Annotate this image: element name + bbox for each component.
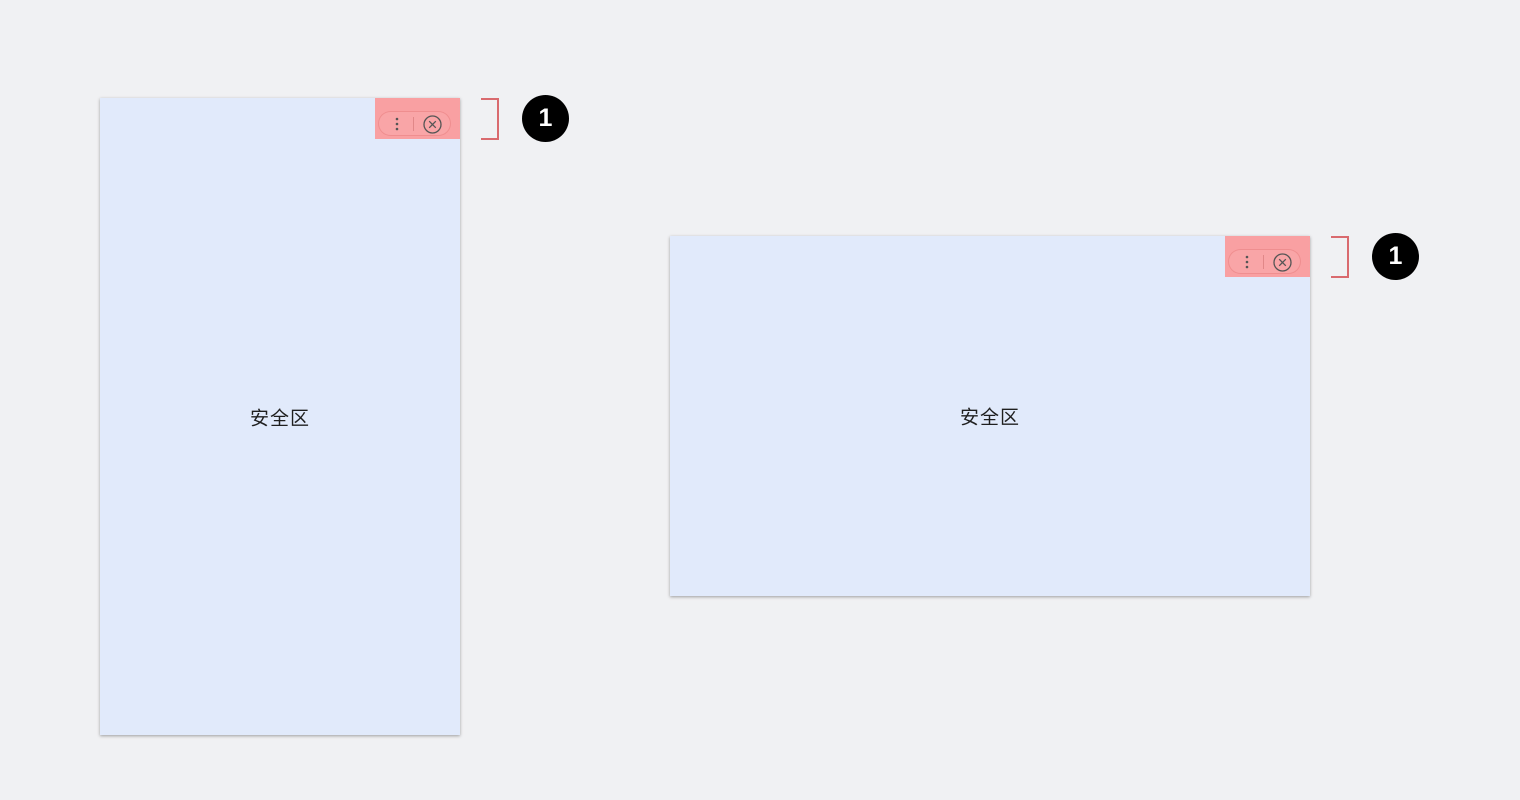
landscape-screen: 安全区: [670, 236, 1310, 596]
annotation-marker: 1: [522, 95, 569, 142]
capsule-highlight-zone: [1225, 236, 1310, 277]
capsule-highlight-zone: [375, 98, 460, 139]
more-vertical-icon[interactable]: [1241, 254, 1253, 270]
portrait-screen: 安全区: [100, 98, 460, 735]
annotation-bracket: [481, 98, 499, 140]
capsule-divider: [413, 117, 414, 131]
more-vertical-icon[interactable]: [391, 116, 403, 132]
safe-area-label: 安全区: [249, 407, 310, 429]
annotation-marker: 1: [1372, 233, 1419, 280]
capsule-divider: [1263, 255, 1264, 269]
safe-area-label: 安全区: [959, 406, 1020, 429]
annotation-bracket: [1331, 236, 1349, 278]
capsule-button: [1228, 249, 1301, 274]
close-circle-icon[interactable]: [1272, 252, 1293, 273]
capsule-button: [378, 111, 451, 136]
close-circle-icon[interactable]: [422, 114, 443, 135]
